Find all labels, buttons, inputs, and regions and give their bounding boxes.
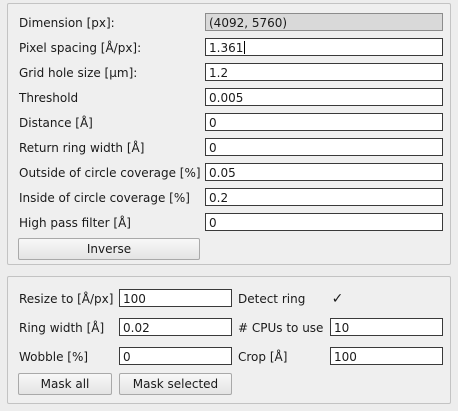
ring-width-field[interactable]: 0.02 [119,318,232,336]
inside-coverage-label: Inside of circle coverage [%] [19,191,190,205]
detect-ring-checkbox[interactable]: ✓ [331,291,344,307]
mask-all-button[interactable]: Mask all [18,373,112,395]
high-pass-label: High pass filter [Å] [19,216,131,230]
wobble-field[interactable]: 0 [119,347,232,365]
mask-panel: Resize to [Å/px] 100 Detect ring ✓ Ring … [7,276,451,404]
wobble-label: Wobble [%] [19,350,89,364]
check-icon: ✓ [331,291,344,307]
outside-coverage-field[interactable]: 0.05 [205,163,443,181]
pixel-spacing-field[interactable]: 1.361 [205,38,443,56]
resize-to-field[interactable]: 100 [119,289,232,307]
dimension-label: Dimension [px]: [19,16,115,30]
grid-hole-size-label: Grid hole size [µm]: [19,66,138,80]
distance-field[interactable]: 0 [205,113,443,131]
distance-label: Distance [Å] [19,116,93,130]
mask-selected-button[interactable]: Mask selected [119,373,232,395]
resize-to-label: Resize to [Å/px] [19,292,114,306]
outside-coverage-label: Outside of circle coverage [%] [19,166,201,180]
return-ring-width-label: Return ring width [Å] [19,141,145,155]
high-pass-field[interactable]: 0 [205,213,443,231]
detect-ring-label: Detect ring [238,292,306,306]
grid-hole-size-field[interactable]: 1.2 [205,63,443,81]
cpus-field[interactable]: 10 [330,318,443,336]
threshold-field[interactable]: 0.005 [205,88,443,106]
parameters-panel: Dimension [px]: (4092, 5760) Pixel spaci… [7,3,451,265]
inside-coverage-field[interactable]: 0.2 [205,188,443,206]
pixel-spacing-label: Pixel spacing [Å/px]: [19,41,142,55]
ring-width-label: Ring width [Å] [19,321,105,335]
inverse-button[interactable]: Inverse [18,238,200,260]
return-ring-width-field[interactable]: 0 [205,138,443,156]
crop-field[interactable]: 100 [330,347,443,365]
cpus-label: # CPUs to use [238,321,324,335]
dimension-field: (4092, 5760) [205,13,443,31]
threshold-label: Threshold [19,91,79,105]
crop-label: Crop [Å] [238,350,288,364]
